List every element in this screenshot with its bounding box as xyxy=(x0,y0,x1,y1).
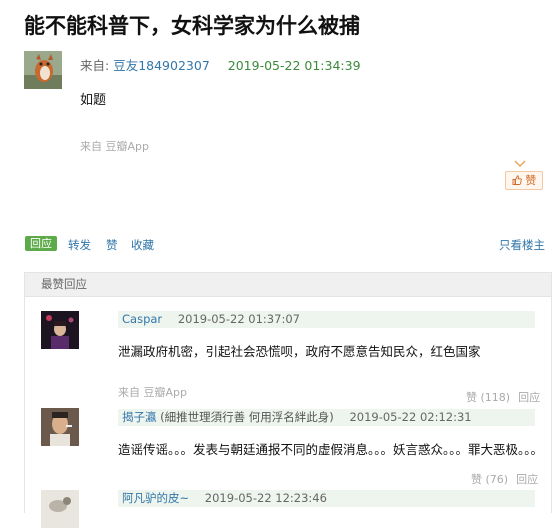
comment-actions: 赞 (118) 回应 xyxy=(466,389,540,405)
comment-like-count[interactable]: 赞 (76) xyxy=(471,473,508,486)
best-replies-header: 最赞回应 xyxy=(25,273,551,297)
comment-actions: 赞 (76) 回应 xyxy=(471,471,538,487)
repost-button[interactable]: 转发 xyxy=(68,236,91,254)
from-label: 来自: xyxy=(80,58,110,73)
comment-meta: 阿凡驴的皮~ 2019-05-22 12:23:46 xyxy=(118,490,535,507)
post-meta: 来自: 豆友184902307 2019-05-22 01:34:39 xyxy=(80,57,361,75)
author-avatar[interactable] xyxy=(24,51,62,89)
comment-reply-link[interactable]: 回应 xyxy=(518,391,540,404)
only-op-link[interactable]: 只看楼主 xyxy=(499,236,545,254)
comment-meta: 揭子瀛 (細推世理須行善 何用浮名絆此身) 2019-05-22 02:12:3… xyxy=(118,409,535,426)
reply-button[interactable]: 回应 xyxy=(25,236,57,251)
comment-user-link[interactable]: 揭子瀛 xyxy=(118,410,157,424)
like-button[interactable]: 赞 xyxy=(505,171,543,190)
comment-avatar[interactable] xyxy=(41,490,79,528)
like-button-label: 赞 xyxy=(525,174,537,187)
comment-avatar[interactable] xyxy=(41,408,79,446)
like-action-button[interactable]: 赞 xyxy=(106,236,118,254)
page-title: 能不能科普下，女科学家为什么被捕 xyxy=(24,14,360,38)
collect-button[interactable]: 收藏 xyxy=(131,236,154,254)
comment-time: 2019-05-22 01:37:07 xyxy=(177,312,300,326)
comment-like-count[interactable]: 赞 (118) xyxy=(466,391,510,404)
comment-user-link[interactable]: 阿凡驴的皮~ xyxy=(118,491,189,505)
comment-text: 泄漏政府机密，引起社会恐慌呗，政府不愿意告知民众，红色国家 xyxy=(118,344,481,359)
post-source: 来自 豆瓣App xyxy=(80,140,149,153)
post-body: 如题 xyxy=(80,93,107,108)
chevron-down-icon xyxy=(514,160,526,168)
post-time: 2019-05-22 01:34:39 xyxy=(227,58,361,73)
comment-meta: Caspar 2019-05-22 01:37:07 xyxy=(118,311,535,328)
best-replies-panel: 最赞回应 Caspar 2019-05-22 01:37:07 泄漏政府机密，引… xyxy=(24,272,552,528)
comment-time: 2019-05-22 12:23:46 xyxy=(204,491,327,505)
comment-source: 来自 豆瓣App xyxy=(118,386,187,399)
action-bar: 回应 转发 赞 收藏 只看楼主 xyxy=(25,236,545,254)
comment-reply-link[interactable]: 回应 xyxy=(516,473,538,486)
comment-user-signature: (細推世理須行善 何用浮名絆此身) xyxy=(160,410,334,424)
comment-avatar[interactable] xyxy=(41,311,79,349)
comment-time: 2019-05-22 02:12:31 xyxy=(349,410,472,424)
author-link[interactable]: 豆友184902307 xyxy=(113,58,210,73)
comment-text: 造谣传谣。。。发表与朝廷通报不同的虚假消息。。。妖言惑众。。。罪大恶极。。。 xyxy=(118,442,544,457)
thumb-up-icon xyxy=(512,175,522,185)
comment-user-link[interactable]: Caspar xyxy=(118,312,162,326)
